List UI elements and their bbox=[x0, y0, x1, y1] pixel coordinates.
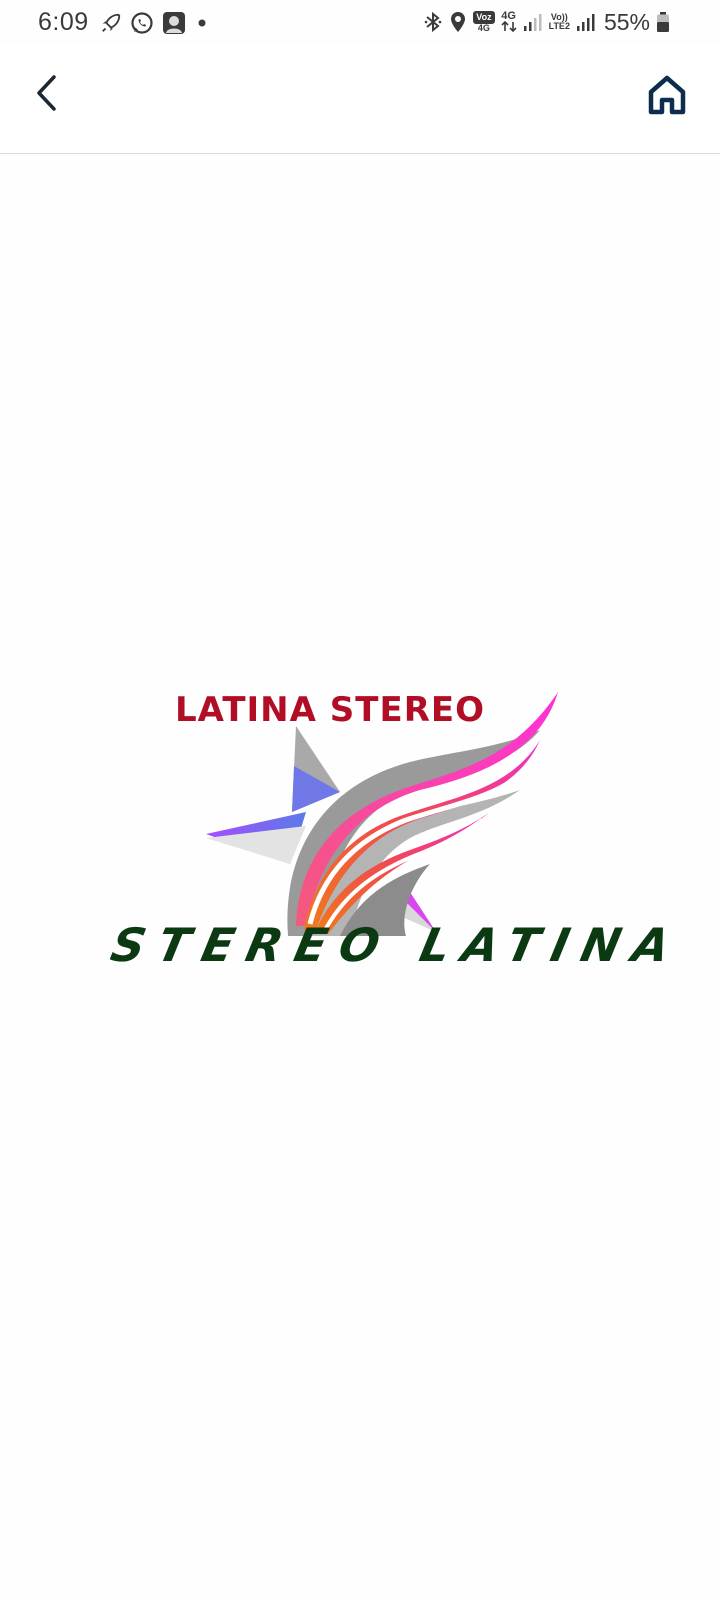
dot-icon bbox=[198, 19, 206, 27]
data-4g-label: 4G bbox=[501, 10, 516, 22]
home-icon bbox=[648, 75, 686, 115]
status-left-icons bbox=[100, 10, 210, 36]
signal-2-icon bbox=[576, 14, 595, 31]
chevron-left-icon bbox=[37, 75, 56, 111]
voz-4g-label: 4G bbox=[477, 23, 490, 33]
top-app-bar bbox=[0, 44, 720, 154]
battery-icon bbox=[657, 12, 669, 32]
bluetooth-icon bbox=[424, 11, 442, 33]
whatsapp-icon bbox=[131, 12, 153, 34]
status-bar: 6:09 Voz 4G 4G Vo)) LTE2 55% bbox=[0, 0, 720, 44]
logo-bottom-text: STEREO LATINA bbox=[106, 918, 688, 972]
location-icon bbox=[451, 12, 466, 32]
back-button[interactable] bbox=[22, 68, 72, 118]
home-button[interactable] bbox=[642, 70, 692, 120]
voz-4g-indicator: Voz 4G bbox=[473, 11, 495, 33]
data-4g-indicator: 4G bbox=[501, 10, 517, 32]
rocket-icon bbox=[102, 13, 121, 32]
battery-percent: 55% bbox=[603, 8, 650, 35]
lte2-label: LTE2 bbox=[548, 21, 570, 31]
station-logo: LATINA STEREO STEREO LATINA bbox=[106, 686, 687, 986]
logo-top-text: LATINA STEREO bbox=[175, 690, 486, 730]
data-arrows-icon bbox=[501, 21, 517, 32]
status-right-icons: Voz 4G 4G Vo)) LTE2 55% bbox=[423, 8, 670, 36]
volte-indicator: Vo)) LTE2 bbox=[549, 13, 570, 31]
signal-icon bbox=[523, 14, 542, 31]
contact-photo-icon bbox=[163, 12, 185, 34]
status-time: 6:09 bbox=[38, 8, 89, 36]
